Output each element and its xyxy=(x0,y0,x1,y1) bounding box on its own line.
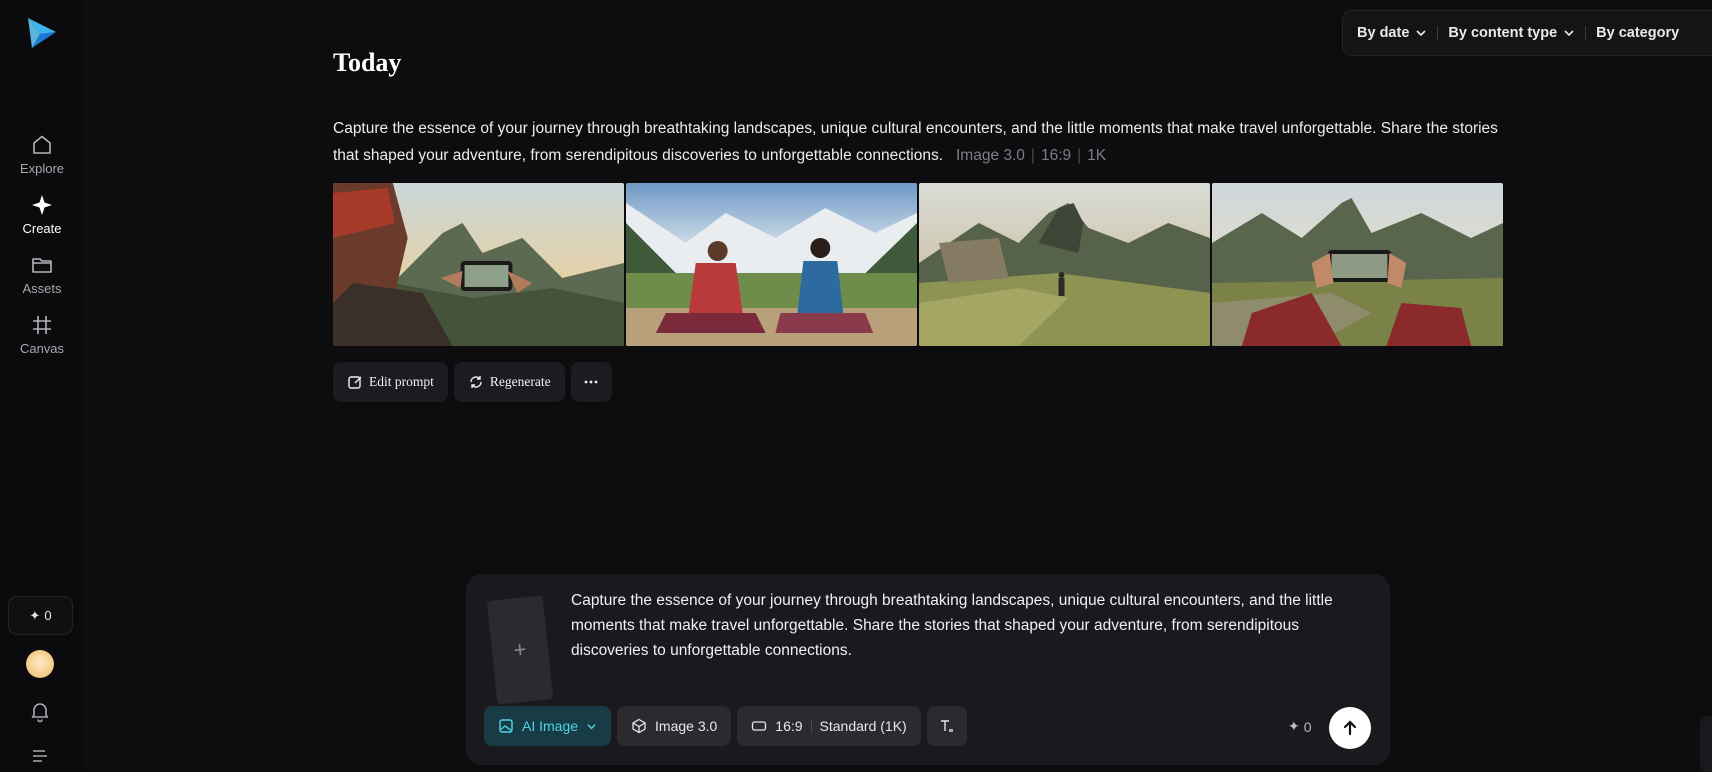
button-label: Edit prompt xyxy=(369,374,434,389)
button-label: Regenerate xyxy=(489,374,551,389)
text-format-icon xyxy=(940,720,953,732)
quality-label: Standard (1K) xyxy=(819,718,907,734)
divider xyxy=(1585,26,1587,40)
chevron-down-icon xyxy=(1416,30,1426,37)
mode-select[interactable]: AI Image xyxy=(484,706,612,746)
divider xyxy=(810,719,812,733)
filter-by-category[interactable]: By category xyxy=(1596,25,1679,41)
meta-ratio: 16:9 xyxy=(1040,147,1072,164)
generated-image[interactable] xyxy=(333,183,624,346)
prompt-input[interactable]: Capture the essence of your journey thro… xyxy=(571,588,1361,663)
filter-label: By date xyxy=(1357,25,1410,41)
credit-cost-value: 0 xyxy=(1303,718,1312,735)
sidebar-item-label: Assets xyxy=(22,281,62,296)
sidebar-item-label: Canvas xyxy=(19,341,65,356)
generated-image[interactable] xyxy=(626,183,917,346)
avatar[interactable] xyxy=(26,650,54,678)
edit-prompt-button[interactable]: Edit prompt xyxy=(333,362,448,402)
app-logo-icon[interactable] xyxy=(26,16,58,50)
sparkle-icon: ✦ xyxy=(1288,718,1300,734)
chevron-down-icon xyxy=(587,723,596,729)
side-panel-toggle[interactable] xyxy=(1700,716,1712,772)
filter-bar: By date By content type By category xyxy=(1342,10,1712,56)
generated-image[interactable] xyxy=(1212,183,1503,346)
sidebar-item-explore[interactable]: Explore xyxy=(0,133,84,176)
menu-icon[interactable] xyxy=(30,745,50,765)
more-horizontal-icon xyxy=(584,380,598,384)
prompt-composer: + Capture the essence of your journey th… xyxy=(466,574,1390,765)
sparkle-icon xyxy=(32,195,52,215)
plus-icon: + xyxy=(512,636,528,663)
sparkle-icon: ✦ xyxy=(29,607,41,623)
generation-prompt: Capture the essence of your journey thro… xyxy=(333,115,1513,169)
model-label: Image 3.0 xyxy=(655,718,718,734)
refresh-icon xyxy=(470,376,482,388)
meta-model: Image 3.0 xyxy=(955,147,1025,164)
credits-count: 0 xyxy=(44,608,52,623)
bell-icon[interactable] xyxy=(28,699,52,723)
filter-label: By category xyxy=(1596,25,1680,41)
ratio-quality-select[interactable]: 16:9 Standard (1K) xyxy=(737,706,921,746)
filter-by-date[interactable]: By date xyxy=(1357,25,1427,41)
cube-icon xyxy=(632,718,646,734)
filter-label: By content type xyxy=(1448,25,1558,41)
credits-badge[interactable]: ✦ 0 xyxy=(8,596,73,635)
edit-icon xyxy=(348,376,362,389)
filter-by-content-type[interactable]: By content type xyxy=(1448,25,1575,41)
folder-icon xyxy=(32,258,52,273)
aspect-ratio-icon xyxy=(752,721,767,731)
hash-grid-icon xyxy=(33,316,51,334)
sidebar-item-canvas[interactable]: Canvas xyxy=(0,313,84,356)
more-options-button[interactable] xyxy=(570,362,612,402)
generation-actions: Edit prompt Regenerate xyxy=(333,362,612,402)
home-icon xyxy=(33,135,51,154)
generated-image[interactable] xyxy=(919,183,1210,346)
mode-label: AI Image xyxy=(522,718,579,734)
prompt-body: Capture the essence of your journey thro… xyxy=(333,120,1498,164)
model-select[interactable]: Image 3.0 xyxy=(617,706,732,746)
regenerate-button[interactable]: Regenerate xyxy=(453,362,565,402)
sidebar-item-label: Explore xyxy=(19,161,65,176)
sidebar-item-assets[interactable]: Assets xyxy=(0,253,84,296)
sidebar-item-label: Create xyxy=(22,221,62,236)
chevron-down-icon xyxy=(1564,30,1574,37)
text-style-button[interactable] xyxy=(926,706,967,746)
arrow-up-icon xyxy=(1343,720,1357,736)
sidebar-item-create[interactable]: Create xyxy=(0,193,84,236)
sidebar: Explore Create Assets Canvas ✦ 0 xyxy=(0,0,84,772)
send-button[interactable] xyxy=(1329,707,1371,749)
divider xyxy=(1437,26,1439,40)
ratio-label: 16:9 xyxy=(775,718,803,734)
image-icon xyxy=(499,719,513,733)
composer-toolbar: AI Image Image 3.0 16:9 Standard (1K) xyxy=(484,706,967,746)
meta-resolution: 1K xyxy=(1087,147,1107,164)
upload-reference-button[interactable]: + xyxy=(486,595,554,705)
section-title: Today xyxy=(333,48,402,77)
image-gallery xyxy=(333,183,1503,346)
prompt-meta: Image 3.0 | 16:9 | 1K xyxy=(955,147,1107,164)
credit-cost: ✦ 0 xyxy=(1288,718,1312,735)
